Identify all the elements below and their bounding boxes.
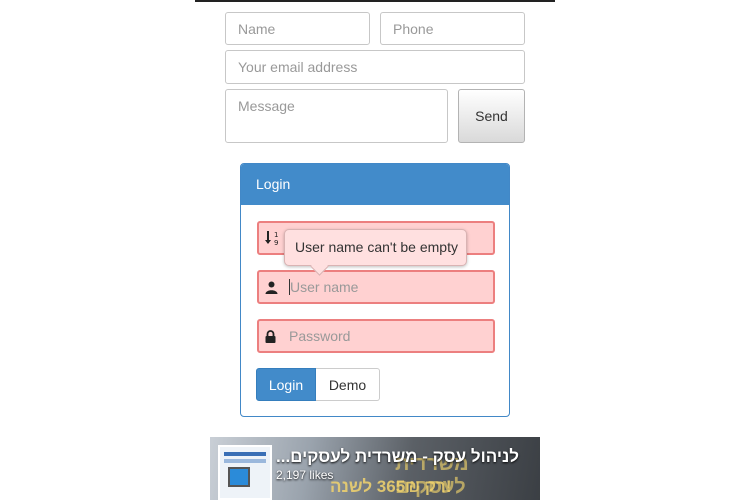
login-panel-heading: Login [241, 164, 509, 205]
top-border [195, 0, 555, 2]
message-textarea[interactable] [225, 89, 448, 143]
page-title-link[interactable]: לניהול עסק - משרדית לעסקים... [276, 447, 519, 467]
password-field[interactable] [257, 319, 495, 353]
login-panel: Login 1 9 User name can't be empty User … [240, 163, 510, 417]
cover-text-2: רק 365₪ לשנה! [330, 477, 452, 496]
page-thumbnail[interactable] [218, 445, 272, 500]
lock-icon [265, 321, 276, 351]
sort-glyph-top: 1 [274, 231, 278, 239]
facebook-page-widget[interactable]: משרדית לעסקים רק 365₪ לשנה! לניהול עסק -… [210, 437, 540, 500]
sort-numeric-icon: 1 9 [265, 223, 281, 253]
likes-count: 2,197 likes [276, 468, 334, 482]
user-icon [265, 272, 278, 302]
email-input[interactable] [225, 50, 525, 84]
login-button-group: Login Demo [256, 368, 380, 401]
password-input[interactable] [289, 321, 489, 351]
validation-tooltip: User name can't be empty [284, 229, 467, 266]
demo-button[interactable]: Demo [316, 368, 380, 401]
sort-glyph-bottom: 9 [274, 239, 278, 247]
name-input[interactable] [225, 12, 370, 45]
send-button[interactable]: Send [458, 89, 525, 143]
laptop-icon [228, 467, 250, 487]
login-button[interactable]: Login [256, 368, 316, 401]
phone-input[interactable] [380, 12, 525, 45]
username-field[interactable] [257, 270, 495, 304]
username-input[interactable] [290, 272, 490, 302]
